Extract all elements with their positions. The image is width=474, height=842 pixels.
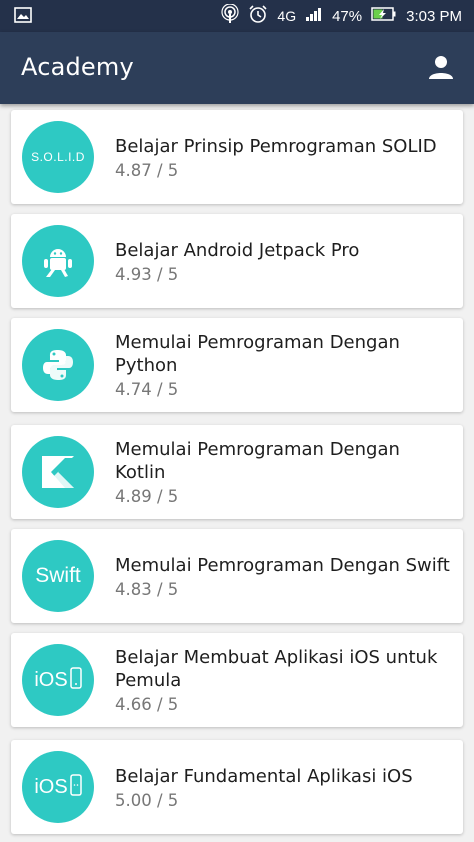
ios-logo-text: iOS <box>34 775 68 798</box>
course-rating: 4.66 / 5 <box>115 695 179 714</box>
solid-logo-text: S.O.L.I.D <box>31 150 85 164</box>
android-logo <box>22 225 94 297</box>
ios-logo: iOS <box>22 751 94 823</box>
ios-logo: iOS <box>22 644 94 716</box>
course-title: Belajar Android Jetpack Pro <box>115 239 360 261</box>
battery-charging-icon <box>371 6 397 26</box>
course-rating: 4.74 / 5 <box>115 380 179 399</box>
signal-icon <box>305 6 323 26</box>
solid-logo: S.O.L.I.D <box>22 121 94 193</box>
course-title: Memulai Pemrograman Dengan Swift <box>115 554 450 576</box>
kotlin-logo <box>22 436 94 508</box>
swift-logo-text: Swift <box>35 564 81 587</box>
hotspot-icon <box>221 3 240 28</box>
ios-logo-text: iOS <box>34 668 68 691</box>
course-card[interactable]: iOS Belajar Membuat Aplikasi iOS untuk P… <box>11 633 463 727</box>
person-icon[interactable] <box>426 52 456 82</box>
course-title: Memulai Pemrograman Dengan Python <box>115 332 400 376</box>
python-logo <box>22 329 94 401</box>
course-card[interactable]: Swift Memulai Pemrograman Dengan Swift 4… <box>11 529 463 623</box>
course-title: Belajar Membuat Aplikasi iOS untuk Pemul… <box>115 647 438 691</box>
network-type: 4G <box>277 8 297 24</box>
course-rating: 4.93 / 5 <box>115 264 179 284</box>
course-rating: 4.89 / 5 <box>115 487 179 506</box>
course-card[interactable]: Memulai Pemrograman Dengan Kotlin 4.89 /… <box>11 425 463 519</box>
phone-icon <box>69 667 82 693</box>
course-title: Belajar Fundamental Aplikasi iOS <box>115 765 413 787</box>
course-rating: 4.83 / 5 <box>115 579 179 599</box>
alarm-icon <box>248 4 268 28</box>
status-bar: 4G 47% 3:03 PM <box>0 0 474 32</box>
course-title: Belajar Prinsip Pemrograman SOLID <box>115 135 437 157</box>
course-card[interactable]: Belajar Android Jetpack Pro 4.93 / 5 <box>11 214 463 308</box>
course-rating: 4.87 / 5 <box>115 160 179 180</box>
phone-icon <box>69 774 82 800</box>
course-card[interactable]: iOS Belajar Fundamental Aplikasi iOS 5.0… <box>11 740 463 834</box>
course-card[interactable]: S.O.L.I.D Belajar Prinsip Pemrograman SO… <box>11 110 463 204</box>
course-card[interactable]: Memulai Pemrograman Dengan Python 4.74 /… <box>11 318 463 412</box>
course-rating: 5.00 / 5 <box>115 790 179 810</box>
gallery-notification-icon <box>14 7 32 27</box>
swift-logo: Swift <box>22 540 94 612</box>
app-title: Academy <box>21 53 134 81</box>
course-title: Memulai Pemrograman Dengan Kotlin <box>115 439 400 483</box>
app-bar: Academy <box>0 32 474 104</box>
clock: 3:03 PM <box>406 7 462 25</box>
battery-level: 47% <box>332 7 363 25</box>
